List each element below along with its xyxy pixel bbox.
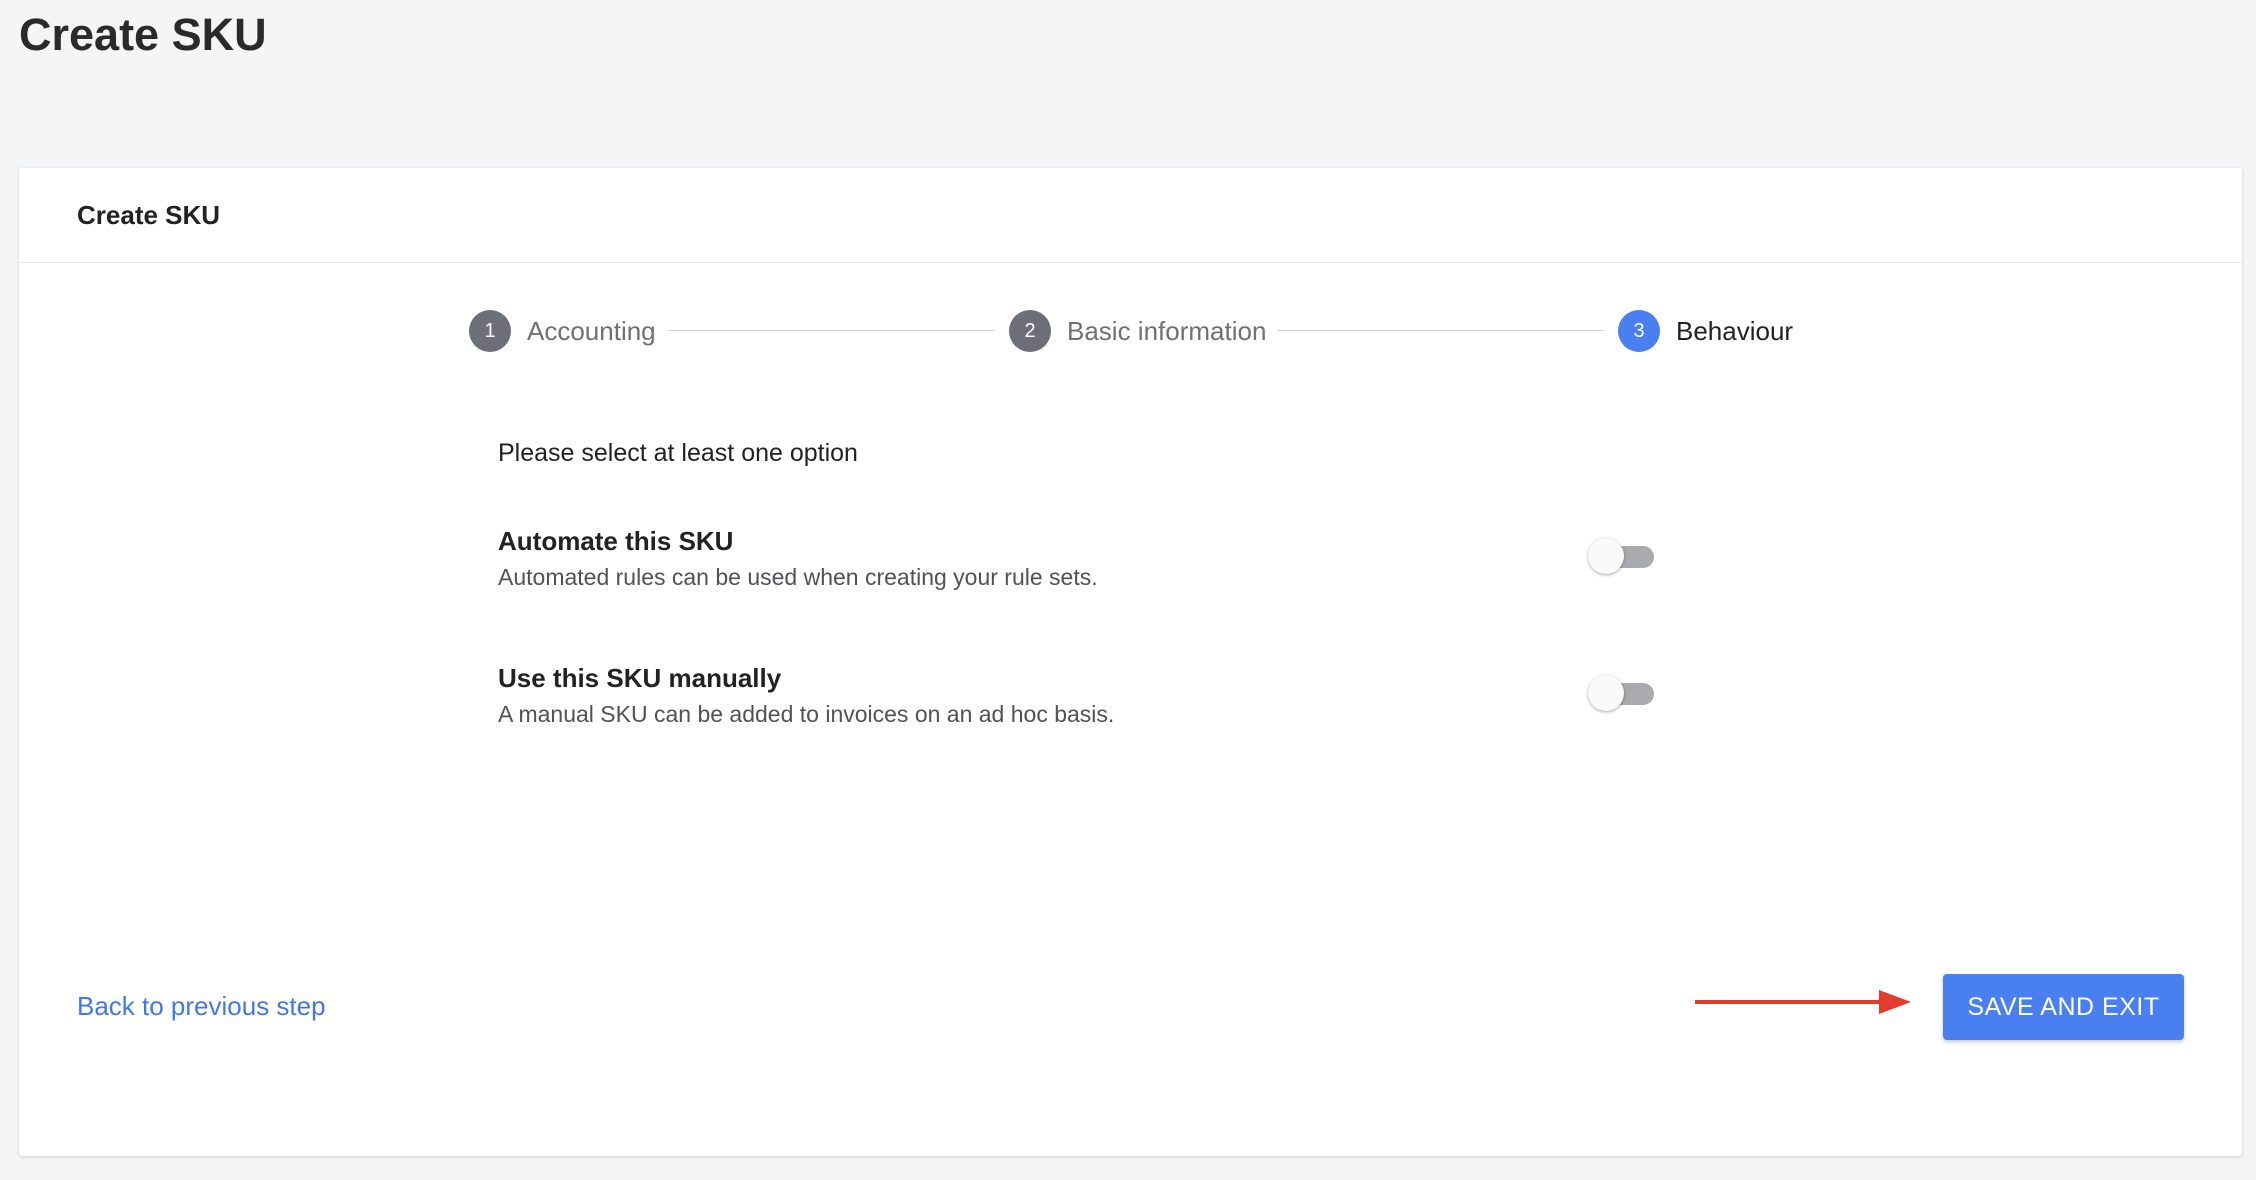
stepper: 1 Accounting 2 Basic information 3 Behav…	[19, 308, 2242, 358]
step-number-2: 2	[1009, 310, 1051, 352]
option-manual: Use this SKU manually A manual SKU can b…	[498, 661, 1658, 731]
arrow-right-icon	[1695, 990, 1911, 1014]
manual-toggle[interactable]	[1588, 673, 1658, 713]
step-accounting[interactable]: 1 Accounting	[469, 308, 656, 354]
option-automate-description: Automated rules can be used when creatin…	[498, 564, 1098, 590]
save-and-exit-button[interactable]: SAVE AND EXIT	[1943, 974, 2184, 1040]
page-title: Create SKU	[19, 9, 267, 60]
stepper-connector-2	[1278, 330, 1604, 331]
step-behaviour[interactable]: 3 Behaviour	[1618, 308, 1793, 354]
form-intro: Please select at least one option	[498, 439, 858, 467]
automate-toggle[interactable]	[1588, 536, 1658, 576]
back-to-previous-step-link[interactable]: Back to previous step	[77, 991, 326, 1022]
option-automate-title: Automate this SKU	[498, 526, 734, 556]
step-basic-information[interactable]: 2 Basic information	[1009, 308, 1266, 354]
automate-toggle-knob	[1588, 538, 1624, 574]
card-title: Create SKU	[77, 200, 221, 230]
step-number-3: 3	[1618, 310, 1660, 352]
option-automate: Automate this SKU Automated rules can be…	[498, 524, 1658, 594]
card-header: Create SKU	[19, 168, 2242, 263]
step-label-basic-information: Basic information	[1067, 315, 1267, 346]
step-number-1: 1	[469, 310, 511, 352]
option-manual-title: Use this SKU manually	[498, 663, 782, 693]
manual-toggle-knob	[1588, 675, 1624, 711]
option-manual-description: A manual SKU can be added to invoices on…	[498, 701, 1115, 727]
stepper-connector-1	[668, 330, 995, 331]
step-label-behaviour: Behaviour	[1676, 315, 1794, 346]
step-label-accounting: Accounting	[527, 315, 656, 346]
create-sku-card: Create SKU 1 Accounting 2 Basic informat…	[19, 168, 2242, 1156]
